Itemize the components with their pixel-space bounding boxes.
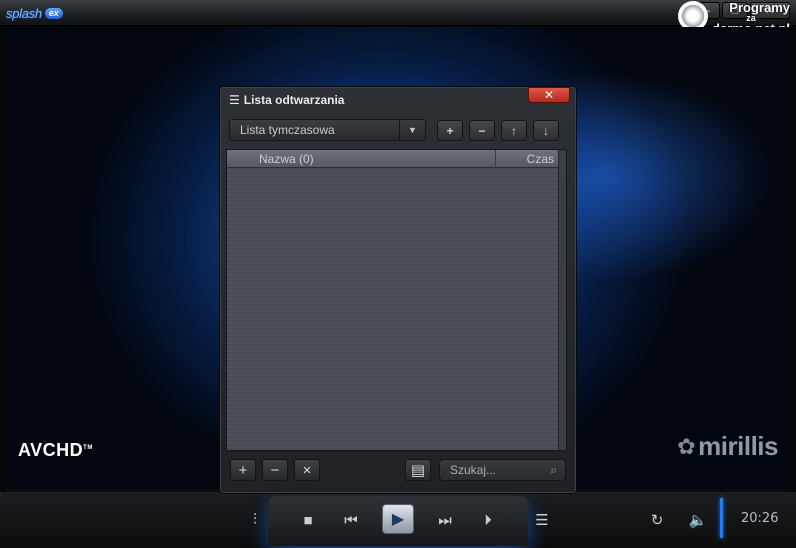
search-input[interactable]: Szukaj... ⌕ — [439, 459, 566, 481]
logo-text: splash — [6, 5, 42, 21]
remove-file-button[interactable]: − — [262, 459, 288, 481]
playlist-select-value: Lista tymczasowa — [240, 123, 335, 137]
add-file-button[interactable]: + — [230, 459, 256, 481]
previous-button[interactable]: ⏮ — [339, 509, 363, 531]
chevron-down-icon[interactable]: ▼ — [399, 120, 425, 140]
move-down-button[interactable]: ↓ — [533, 120, 559, 141]
stop-button[interactable]: ■ — [296, 509, 320, 531]
move-up-button[interactable]: ↑ — [501, 120, 527, 141]
playlist-select[interactable]: Lista tymczasowa ▼ — [229, 119, 426, 141]
time-display: 20:26 — [741, 511, 779, 526]
playlist-title: ☰ Lista odtwarzania — [229, 93, 344, 107]
clear-list-button[interactable]: × — [294, 459, 320, 481]
list-icon: ☰ — [229, 93, 240, 107]
logo-badge: ex — [44, 7, 63, 19]
search-icon[interactable]: ⌕ — [550, 460, 557, 480]
column-separator[interactable] — [495, 150, 496, 168]
settings-sliders-icon[interactable]: ⫶ — [243, 508, 267, 530]
column-name[interactable]: Nazwa (0) — [259, 152, 314, 166]
control-bar: ⫶ ■ ⏮ ▶ ⏭ ⏵ ☰ ↻ 🔈 20:26 — [0, 492, 796, 548]
watermark-line1: Programy — [729, 0, 790, 15]
playlist-close-button[interactable]: ✕ — [528, 87, 570, 103]
playlist-toggle-icon[interactable]: ☰ — [530, 509, 554, 531]
column-time[interactable]: Czas — [527, 152, 554, 166]
play-button[interactable]: ▶ — [382, 504, 414, 534]
search-placeholder: Szukaj... — [450, 463, 497, 477]
mirillis-icon: ✿ — [677, 433, 696, 459]
frame-step-button[interactable]: ⏵ — [476, 509, 500, 531]
mirillis-logo: ✿ mirillis — [677, 431, 778, 462]
playlist-list[interactable]: Nazwa (0) Czas — [226, 149, 567, 451]
playlist-dialog: ☰ Lista odtwarzania ✕ Lista tymczasowa ▼… — [219, 86, 577, 494]
playlist-title-text: Lista odtwarzania — [243, 93, 345, 107]
avchd-logo: AVCHDTM — [18, 440, 93, 460]
repeat-icon[interactable]: ↻ — [645, 509, 669, 531]
mirillis-label: mirillis — [698, 431, 778, 461]
next-button[interactable]: ⏭ — [433, 509, 457, 531]
avchd-label: AVCHD — [18, 440, 84, 460]
app-logo: splash ex — [6, 5, 63, 21]
film-icon[interactable]: ▤ — [405, 459, 431, 481]
list-header: Nazwa (0) Czas — [227, 150, 566, 168]
new-playlist-button[interactable]: + — [437, 120, 463, 141]
volume-icon[interactable]: 🔈 — [686, 509, 710, 531]
volume-slider[interactable] — [720, 498, 723, 538]
list-scrollbar[interactable] — [558, 150, 566, 450]
title-bar[interactable]: splash ex – □ ✕ Programy za darmo.net.pl — [0, 0, 796, 35]
remove-playlist-button[interactable]: − — [469, 120, 495, 141]
player-window: splash ex – □ ✕ Programy za darmo.net.pl… — [0, 0, 796, 548]
